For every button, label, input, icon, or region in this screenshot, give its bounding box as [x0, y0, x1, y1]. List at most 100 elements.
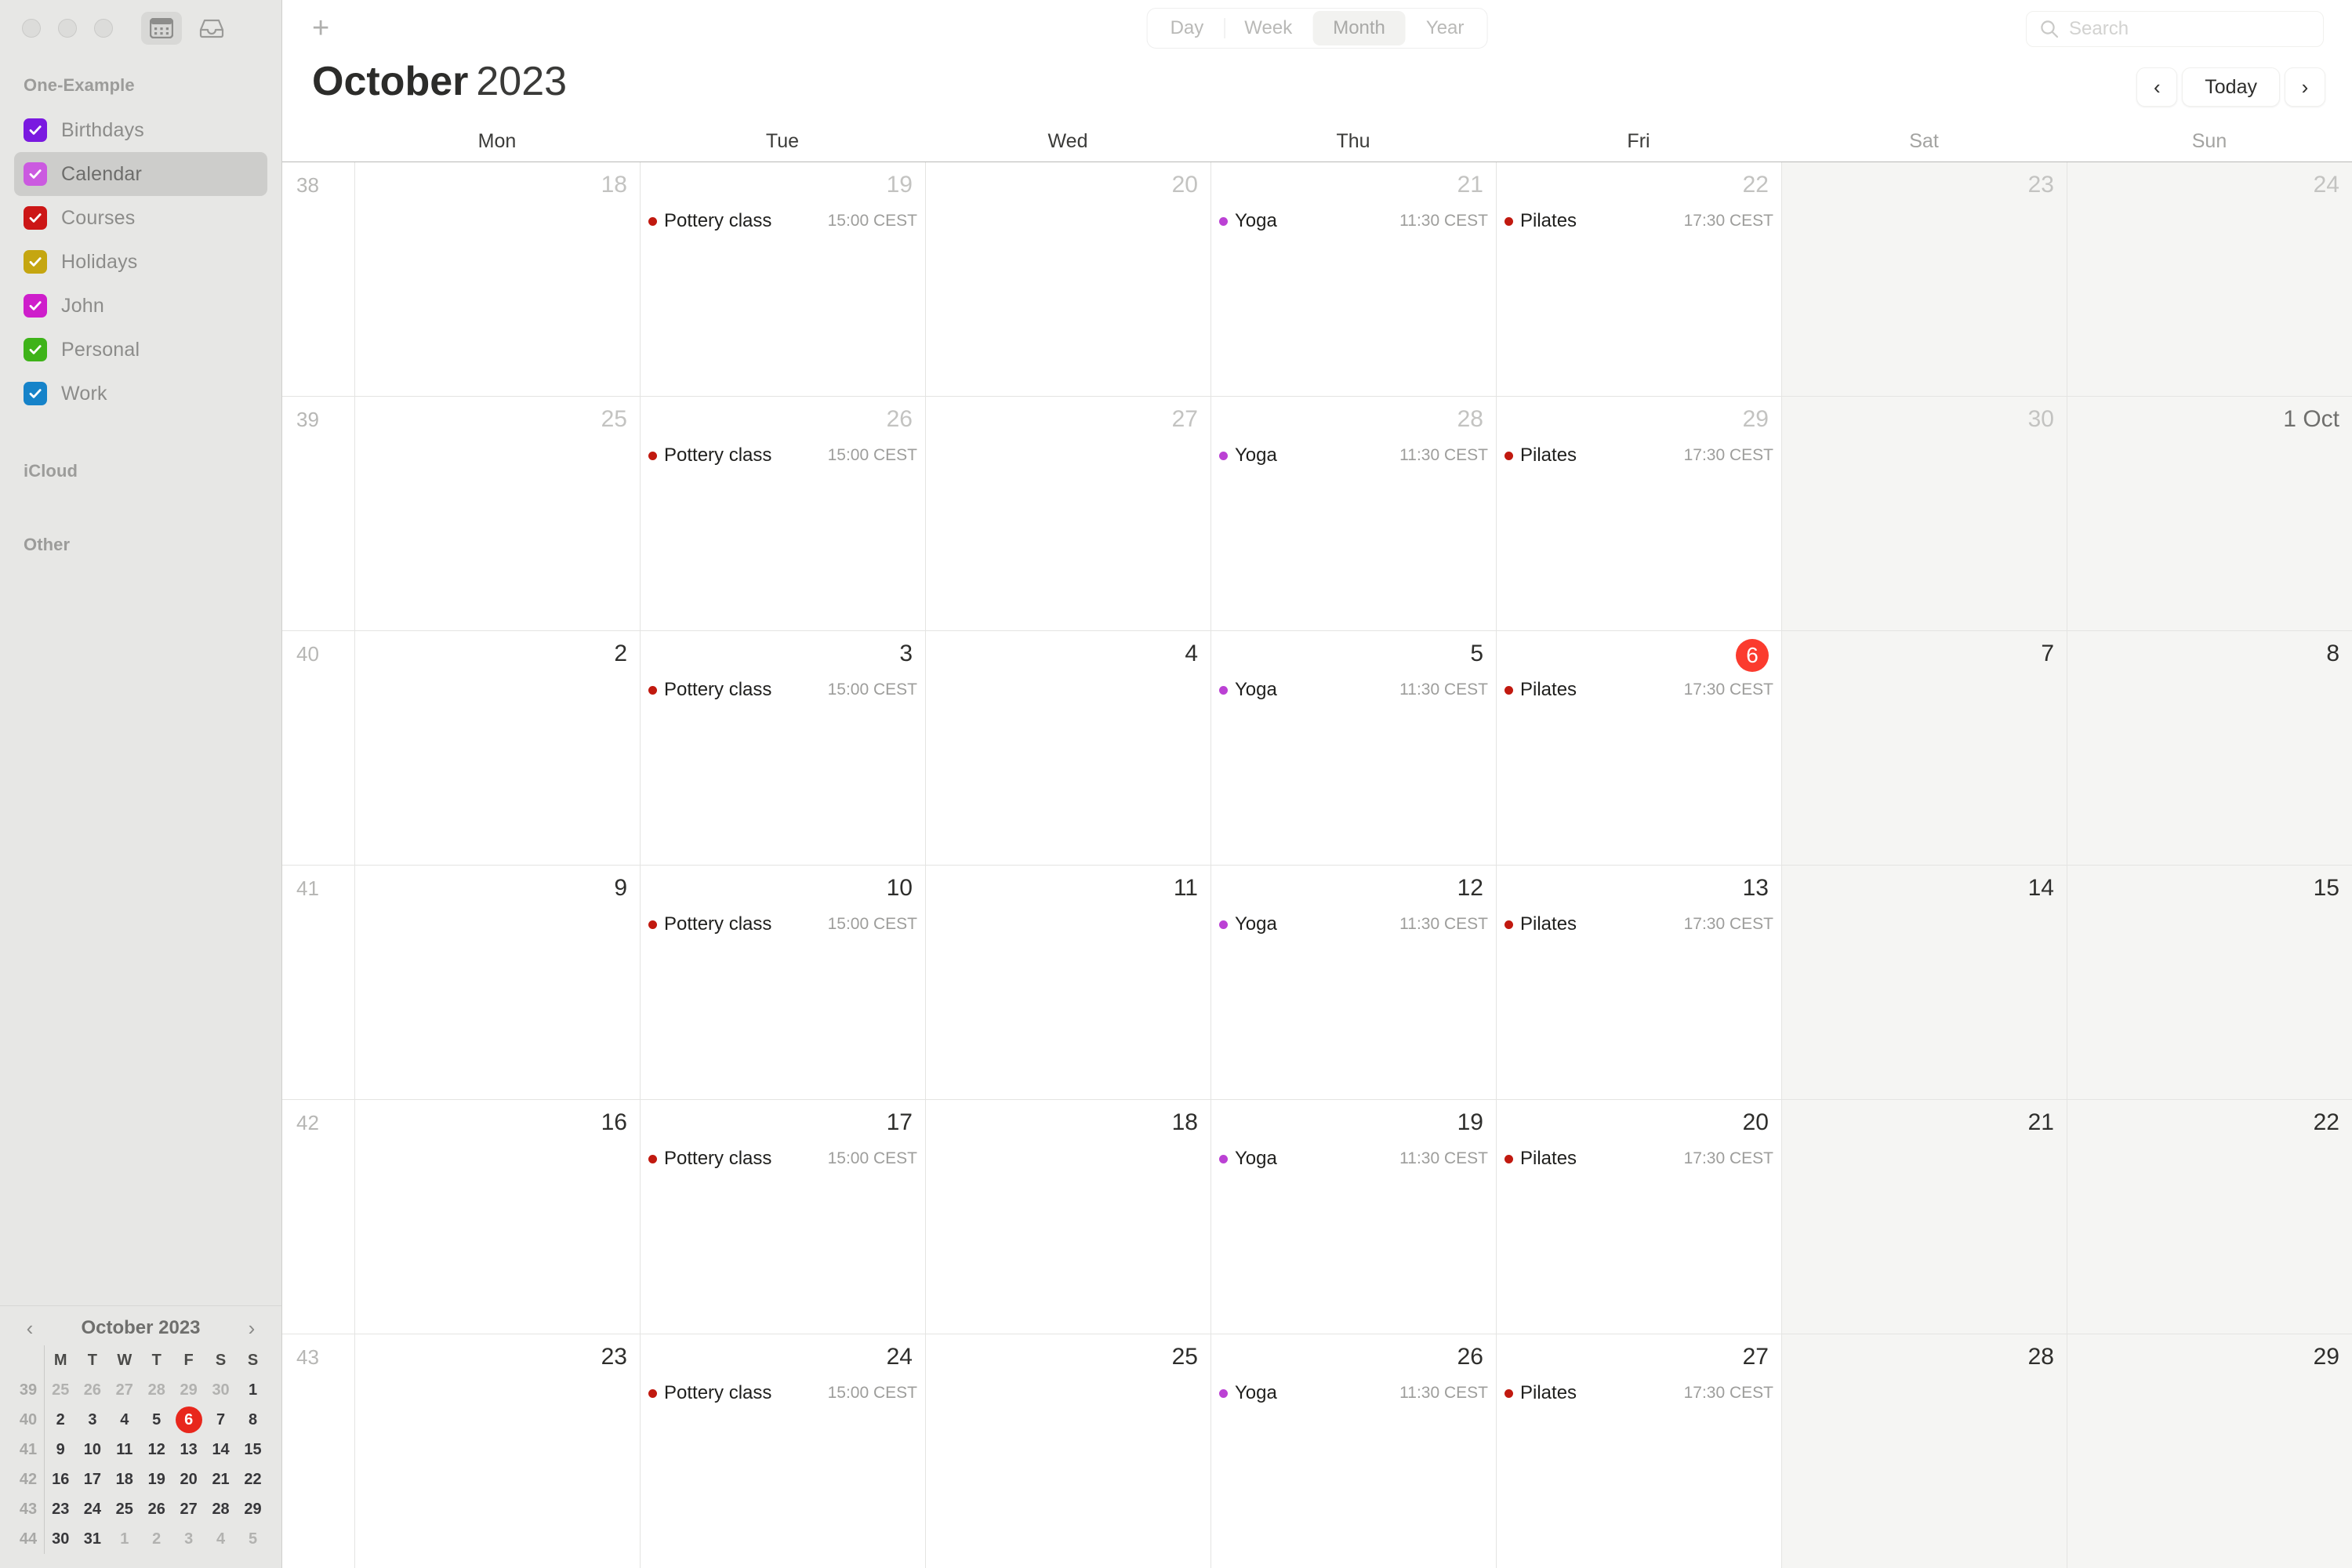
zoom-window-button[interactable] — [94, 19, 113, 38]
calendar-checkbox-birthdays[interactable] — [24, 118, 47, 142]
mini-calendar-prev-icon[interactable]: ‹ — [19, 1318, 41, 1338]
inbox-icon[interactable] — [191, 12, 232, 45]
mini-calendar-day-cell[interactable]: 4 — [108, 1405, 140, 1435]
view-tab-year[interactable]: Year — [1406, 11, 1485, 45]
calendar-day-cell[interactable]: 13 Pilates 17:30 CEST — [1496, 866, 1781, 1099]
calendar-event[interactable]: Yoga 11:30 CEST — [1219, 677, 1488, 703]
calendar-checkbox-personal[interactable] — [24, 338, 47, 361]
mini-calendar-day-cell[interactable]: 31 — [76, 1524, 108, 1554]
calendar-day-cell[interactable]: 28 — [1781, 1334, 2067, 1568]
calendar-day-cell[interactable]: 21 — [1781, 1100, 2067, 1334]
calendar-list-item-work[interactable]: Work — [14, 372, 267, 416]
search-field[interactable]: Search — [2026, 11, 2324, 47]
mini-calendar-day-cell[interactable]: 15 — [237, 1435, 269, 1465]
mini-calendar-day-cell[interactable]: 2 — [140, 1524, 172, 1554]
calendar-day-cell[interactable]: 24 Pottery class 15:00 CEST — [640, 1334, 925, 1568]
view-tab-week[interactable]: Week — [1224, 11, 1312, 45]
mini-calendar-day-cell[interactable]: 24 — [76, 1494, 108, 1524]
calendar-event[interactable]: Yoga 11:30 CEST — [1219, 442, 1488, 469]
mini-calendar-day-cell[interactable]: 25 — [108, 1494, 140, 1524]
mini-calendar-day-cell[interactable]: 4 — [205, 1524, 237, 1554]
calendar-day-cell[interactable]: 27 — [925, 397, 1210, 630]
calendar-day-cell[interactable]: 17 Pottery class 15:00 CEST — [640, 1100, 925, 1334]
calendar-list-item-john[interactable]: John — [14, 284, 267, 328]
calendar-day-cell[interactable]: 2 — [354, 631, 640, 865]
mini-calendar-day-cell[interactable]: 9 — [45, 1435, 77, 1465]
mini-calendar-day-cell[interactable]: 21 — [205, 1465, 237, 1494]
mini-calendar-day-cell[interactable]: 1 — [108, 1524, 140, 1554]
calendar-day-cell[interactable]: 9 — [354, 866, 640, 1099]
calendar-day-cell[interactable]: 25 — [354, 397, 640, 630]
calendar-day-cell[interactable]: 5 Yoga 11:30 CEST — [1210, 631, 1496, 865]
mini-calendar-day-cell[interactable]: 17 — [76, 1465, 108, 1494]
mini-calendar-day-cell[interactable]: 29 — [237, 1494, 269, 1524]
calendar-day-cell[interactable]: 16 — [354, 1100, 640, 1334]
calendar-day-cell[interactable]: 25 — [925, 1334, 1210, 1568]
mini-calendar-day-cell[interactable]: 19 — [140, 1465, 172, 1494]
mini-calendar-day-cell[interactable]: 26 — [76, 1375, 108, 1405]
mini-calendar-day-cell[interactable]: 18 — [108, 1465, 140, 1494]
calendar-day-cell[interactable]: 22 — [2067, 1100, 2352, 1334]
minimize-window-button[interactable] — [58, 19, 77, 38]
close-window-button[interactable] — [22, 19, 41, 38]
calendar-day-cell[interactable]: 19 Pottery class 15:00 CEST — [640, 162, 925, 396]
view-tab-month[interactable]: Month — [1312, 11, 1406, 45]
mini-calendar-day-cell[interactable]: 5 — [237, 1524, 269, 1554]
calendar-day-cell[interactable]: 4 — [925, 631, 1210, 865]
mini-calendar-day-cell[interactable]: 13 — [172, 1435, 205, 1465]
mini-calendar-day-cell[interactable]: 20 — [172, 1465, 205, 1494]
calendar-day-cell[interactable]: 3 Pottery class 15:00 CEST — [640, 631, 925, 865]
calendar-event[interactable]: Pilates 17:30 CEST — [1504, 442, 1773, 469]
calendar-day-cell[interactable]: 20 — [925, 162, 1210, 396]
mini-calendar-day-cell[interactable]: 30 — [205, 1375, 237, 1405]
calendar-view-icon[interactable] — [141, 12, 182, 45]
mini-calendar-day-cell[interactable]: 5 — [140, 1405, 172, 1435]
calendar-day-cell[interactable]: 29 Pilates 17:30 CEST — [1496, 397, 1781, 630]
calendar-event[interactable]: Pottery class 15:00 CEST — [648, 677, 917, 703]
calendar-event[interactable]: Pottery class 15:00 CEST — [648, 1380, 917, 1406]
calendar-day-cell-today[interactable]: 6 Pilates 17:30 CEST — [1496, 631, 1781, 865]
mini-calendar-day-cell[interactable]: 8 — [237, 1405, 269, 1435]
calendar-day-cell[interactable]: 7 — [1781, 631, 2067, 865]
calendar-day-cell[interactable]: 19 Yoga 11:30 CEST — [1210, 1100, 1496, 1334]
calendar-event[interactable]: Yoga 11:30 CEST — [1219, 208, 1488, 234]
mini-calendar-day-cell[interactable]: 2 — [45, 1405, 77, 1435]
mini-calendar-day-cell[interactable]: 30 — [45, 1524, 77, 1554]
mini-calendar-day-cell[interactable]: 29 — [172, 1375, 205, 1405]
mini-calendar-day-cell[interactable]: 23 — [45, 1494, 77, 1524]
mini-calendar-day-cell[interactable]: 16 — [45, 1465, 77, 1494]
mini-calendar-day-cell[interactable]: 10 — [76, 1435, 108, 1465]
calendar-event[interactable]: Yoga 11:30 CEST — [1219, 1380, 1488, 1406]
add-event-button[interactable]: + — [312, 13, 329, 43]
calendar-day-cell[interactable]: 26 Pottery class 15:00 CEST — [640, 397, 925, 630]
calendar-list-item-courses[interactable]: Courses — [14, 196, 267, 240]
mini-calendar-today-cell[interactable]: 6 — [172, 1405, 205, 1435]
calendar-event[interactable]: Pilates 17:30 CEST — [1504, 208, 1773, 234]
next-month-button[interactable]: › — [2285, 67, 2325, 107]
calendar-checkbox-work[interactable] — [24, 382, 47, 405]
calendar-checkbox-calendar[interactable] — [24, 162, 47, 186]
calendar-day-cell[interactable]: 10 Pottery class 15:00 CEST — [640, 866, 925, 1099]
mini-calendar-day-cell[interactable]: 28 — [205, 1494, 237, 1524]
mini-calendar-day-cell[interactable]: 3 — [76, 1405, 108, 1435]
calendar-list-item-calendar[interactable]: Calendar — [14, 152, 267, 196]
calendar-event[interactable]: Pilates 17:30 CEST — [1504, 1380, 1773, 1406]
calendar-day-cell[interactable]: 20 Pilates 17:30 CEST — [1496, 1100, 1781, 1334]
calendar-day-cell[interactable]: 12 Yoga 11:30 CEST — [1210, 866, 1496, 1099]
calendar-day-cell[interactable]: 1 Oct — [2067, 397, 2352, 630]
calendar-day-cell[interactable]: 21 Yoga 11:30 CEST — [1210, 162, 1496, 396]
calendar-day-cell[interactable]: 18 — [925, 1100, 1210, 1334]
mini-calendar-day-cell[interactable]: 14 — [205, 1435, 237, 1465]
previous-month-button[interactable]: ‹ — [2136, 67, 2178, 107]
calendar-event[interactable]: Pilates 17:30 CEST — [1504, 1145, 1773, 1172]
view-tab-day[interactable]: Day — [1150, 11, 1225, 45]
mini-calendar-day-cell[interactable]: 28 — [140, 1375, 172, 1405]
calendar-event[interactable]: Pottery class 15:00 CEST — [648, 442, 917, 469]
mini-calendar-day-cell[interactable]: 22 — [237, 1465, 269, 1494]
mini-calendar-day-cell[interactable]: 27 — [172, 1494, 205, 1524]
calendar-event[interactable]: Pilates 17:30 CEST — [1504, 677, 1773, 703]
calendar-list-item-personal[interactable]: Personal — [14, 328, 267, 372]
calendar-list-item-holidays[interactable]: Holidays — [14, 240, 267, 284]
today-button[interactable]: Today — [2182, 67, 2280, 107]
calendar-event[interactable]: Yoga 11:30 CEST — [1219, 1145, 1488, 1172]
